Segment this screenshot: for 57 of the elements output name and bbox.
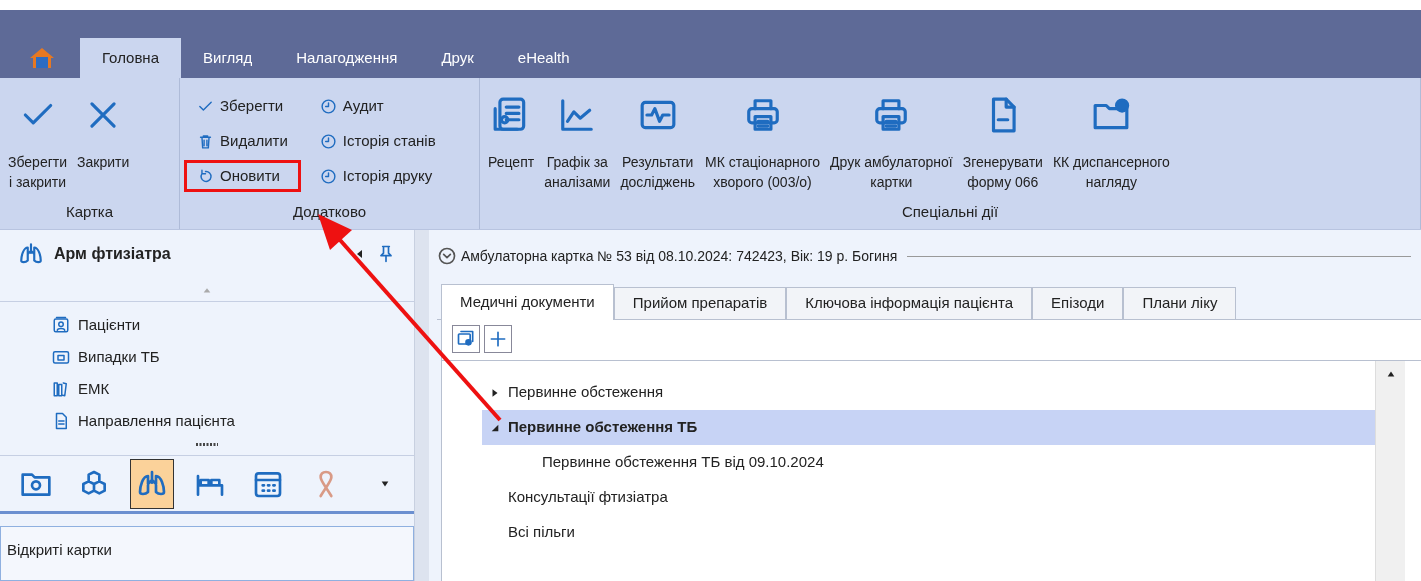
ribbon-button[interactable]: Зберегти bbox=[184, 90, 301, 122]
tree-item[interactable]: Первинне обстеження ТБ bbox=[482, 410, 1375, 445]
patient-card-icon bbox=[52, 316, 70, 334]
expanded-arrow-icon bbox=[490, 422, 500, 433]
ribbon-button[interactable]: Графік за аналізами bbox=[542, 96, 613, 192]
ribbon-button[interactable]: Рецепт bbox=[486, 96, 537, 172]
document-tab[interactable]: Прийом препаратів bbox=[613, 287, 787, 319]
clock-icon bbox=[319, 132, 337, 150]
ribbon-button[interactable]: Історія друку bbox=[306, 160, 449, 192]
group-label: Спеціальні дії bbox=[900, 201, 1000, 222]
expand-toggle-icon bbox=[437, 246, 457, 266]
ribbon-button[interactable]: КК диспансерного нагляду bbox=[1050, 96, 1172, 192]
card-title: Амбулаторна картка № 53 від 08.10.2024: 742423, Вік: 19 р. Богиня bbox=[461, 246, 898, 266]
document-tab[interactable]: Епізоди bbox=[1032, 287, 1124, 319]
group-label: Картка bbox=[64, 201, 115, 222]
clock-icon bbox=[319, 97, 337, 115]
document-tab[interactable]: Ключова інформація пацієнта bbox=[786, 287, 1033, 319]
add-button[interactable] bbox=[484, 325, 512, 353]
nav-item[interactable]: ЕМК bbox=[52, 376, 414, 402]
ribbon-button[interactable]: Аудит bbox=[306, 90, 449, 122]
toolbar-button[interactable] bbox=[452, 325, 480, 353]
section-title: Відкриті картки bbox=[7, 540, 113, 560]
document-tab[interactable]: Медичні документи bbox=[441, 284, 614, 320]
clock-icon bbox=[319, 167, 337, 185]
ribbon-tab[interactable]: Вигляд bbox=[181, 38, 275, 78]
splitter-grip-icon[interactable] bbox=[196, 443, 218, 446]
tree-item[interactable]: Первинне обстеження bbox=[482, 375, 1375, 410]
ribbon-button[interactable]: Історія станів bbox=[306, 125, 449, 157]
panel-title: Арм фтизіатра bbox=[54, 244, 172, 264]
copy-icon bbox=[456, 329, 476, 349]
ribbon-button[interactable]: Видалити bbox=[184, 125, 301, 157]
nav-item[interactable]: Направлення пацієнта bbox=[52, 408, 414, 434]
ribbon-button[interactable]: Зберегти і закрити bbox=[6, 96, 69, 192]
ribbon-tab[interactable]: Головна bbox=[80, 38, 181, 78]
plus-icon bbox=[488, 329, 508, 349]
ribbon-button[interactable]: МК стаціонарного хворого (003/о) bbox=[703, 96, 823, 192]
trash-icon bbox=[197, 132, 214, 150]
group-label: Додатково bbox=[291, 201, 368, 222]
ribbon-button[interactable]: Друк амбулаторної картки bbox=[828, 96, 955, 192]
nav-item[interactable]: Випадки ТБ bbox=[52, 344, 414, 370]
ribbon-button[interactable]: Закрити bbox=[75, 96, 132, 172]
nav-item[interactable]: Пацієнти bbox=[52, 312, 414, 338]
ribbon-button[interactable]: Згенерувати форму 066 bbox=[960, 96, 1045, 192]
tree-item[interactable]: Первинне обстеження ТБ від 09.10.2024 bbox=[482, 445, 1375, 480]
ribbon-tab[interactable]: Друк bbox=[419, 38, 496, 78]
collapsed-arrow-icon bbox=[490, 387, 500, 398]
document-tab[interactable]: Плани ліку bbox=[1123, 287, 1237, 319]
tree-item[interactable]: Всі пільги bbox=[482, 515, 1375, 550]
ribbon-tab[interactable]: eHealth bbox=[495, 38, 592, 78]
refresh-icon bbox=[197, 167, 214, 185]
ribbon-button[interactable]: Результати досліджень bbox=[618, 96, 697, 192]
books-icon bbox=[52, 380, 70, 398]
ribbon-tab[interactable]: Налагодження bbox=[274, 38, 420, 78]
folder-icon bbox=[52, 348, 70, 366]
tree-item[interactable]: Консультації фтизіатра bbox=[482, 480, 1375, 515]
ribbon-button[interactable]: Оновити bbox=[184, 160, 301, 192]
module-button[interactable] bbox=[130, 458, 174, 509]
